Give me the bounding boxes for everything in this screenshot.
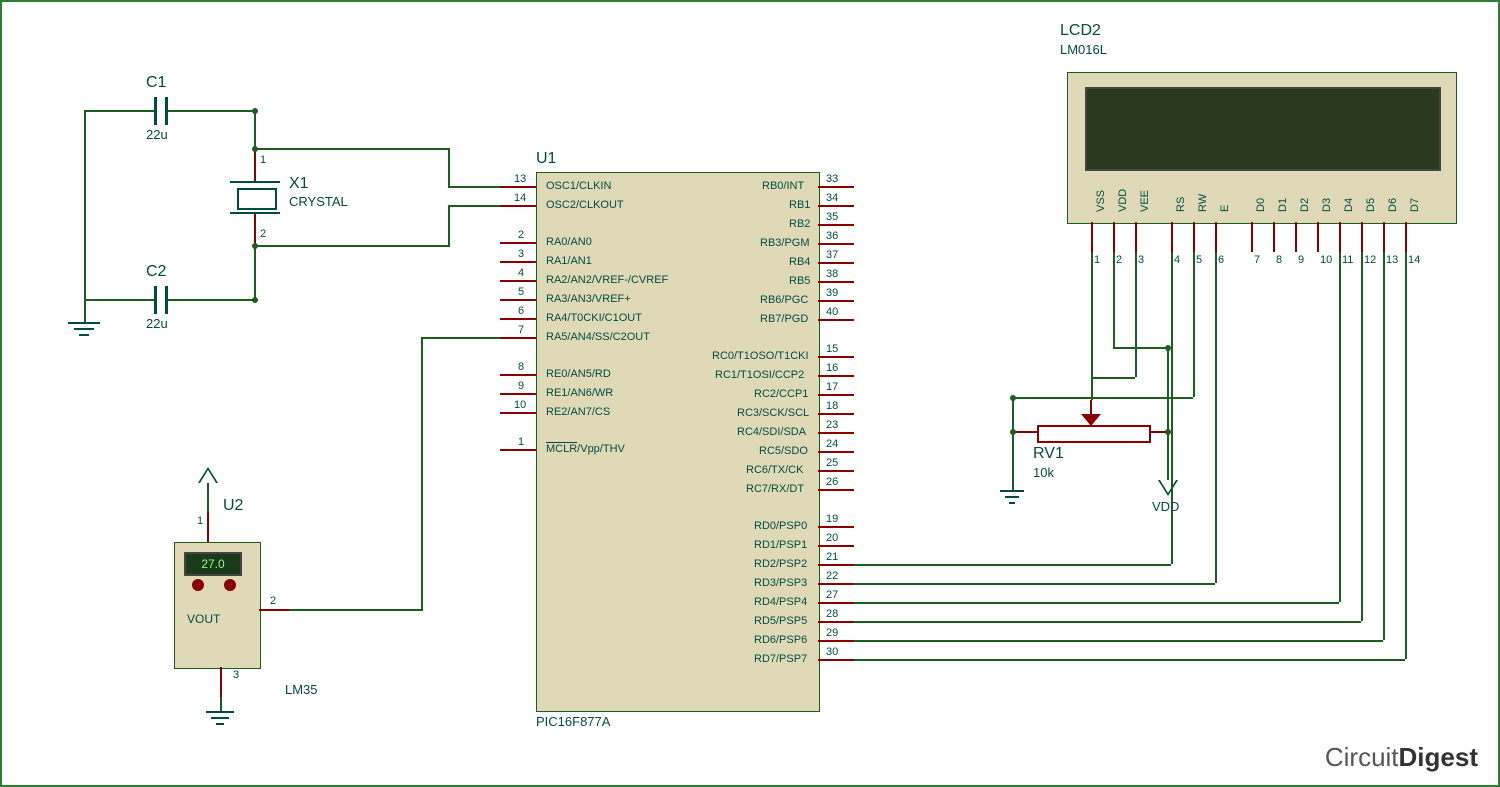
lcd-pin-label-d0: D0 [1255, 198, 1267, 212]
lcd-pin-lead [1383, 222, 1385, 252]
pin-num-2: 2 [518, 229, 524, 241]
lcd-pin-lead [1251, 222, 1253, 252]
pot-wiper-icon [1081, 414, 1101, 426]
lcd-pin-lead [1193, 222, 1195, 252]
lcd-pin-num: 7 [1254, 254, 1260, 266]
lcd-pin-label-vss: VSS [1095, 190, 1107, 212]
lcd-pin-lead [1339, 222, 1341, 252]
lcd-pin-label-rs: RS [1175, 197, 1187, 212]
lm35-button-down[interactable] [192, 579, 204, 591]
lcd-pin-num: 10 [1320, 254, 1332, 266]
lcd-pin-num: 12 [1364, 254, 1376, 266]
lcd-pin-lead [1317, 222, 1319, 252]
lcd-pin-num: 3 [1138, 254, 1144, 266]
lcd-pin-label-d5: D5 [1365, 198, 1377, 212]
x1-ref: X1 [289, 175, 309, 193]
ground-icon-2 [1000, 490, 1024, 492]
lcd-pin-label-d7: D7 [1409, 198, 1421, 212]
ground-icon [68, 322, 100, 324]
mcu-body [536, 172, 820, 712]
lcd-pin-num: 8 [1276, 254, 1282, 266]
lcd-pin-num: 1 [1094, 254, 1100, 266]
pin-num-13: 13 [514, 173, 526, 185]
c1-val: 22u [146, 127, 168, 142]
lcd-pin-label-d6: D6 [1387, 198, 1399, 212]
pin-label-1: MCLR/Vpp/THV [546, 443, 625, 455]
c1-plate1 [154, 97, 157, 125]
lcd-pin-lead [1295, 222, 1297, 252]
lcd-pin-num: 13 [1386, 254, 1398, 266]
lcd-pin-lead [1135, 222, 1137, 252]
lcd-pin-lead [1215, 222, 1217, 252]
lcd-pin-num: 6 [1218, 254, 1224, 266]
pin-lead-2 [500, 242, 536, 244]
lcd-pin-label-vee: VEE [1139, 190, 1151, 212]
lcd-pin-label-vdd: VDD [1117, 189, 1129, 212]
lcd-pin-num: 11 [1342, 254, 1353, 266]
pin-label-14: OSC2/CLKOUT [546, 199, 624, 211]
lcd-pin-lead [1171, 222, 1173, 252]
lcd-pin-num: 2 [1116, 254, 1122, 266]
rv1-ref: RV1 [1033, 445, 1064, 463]
lcd-part: LM016L [1060, 42, 1107, 57]
schematic-canvas: U1 PIC16F877A 13 OSC1/CLKIN 14 OSC2/CLKO… [0, 0, 1500, 787]
lm35-vout-label: VOUT [187, 612, 220, 626]
lcd-pin-lead [1361, 222, 1363, 252]
lcd-pin-num: 4 [1174, 254, 1180, 266]
vdd-label: VDD [1152, 499, 1179, 514]
lcd-ref: LCD2 [1060, 22, 1101, 40]
lcd-pin-lead [1113, 222, 1115, 252]
crystal-symbol [237, 188, 277, 210]
lcd-pin-label-d3: D3 [1321, 198, 1333, 212]
lm35-part: LM35 [285, 682, 318, 697]
x1-part: CRYSTAL [289, 194, 348, 209]
lcd-pin-label-d2: D2 [1299, 198, 1311, 212]
pin-lead-14 [500, 205, 536, 207]
lcd-pin-label-rw: RW [1197, 194, 1209, 212]
lcd-pin-num: 9 [1298, 254, 1304, 266]
rv1-val: 10k [1033, 465, 1054, 480]
c1-ref: C1 [146, 74, 166, 92]
pin-lead-13 [500, 186, 536, 188]
mcu-ref: U1 [536, 150, 556, 168]
watermark: CircuitDigest [1325, 742, 1478, 773]
lcd-pin-label-e: E [1219, 205, 1231, 212]
c2-val: 22u [146, 316, 168, 331]
mcu-part: PIC16F877A [536, 714, 610, 729]
lcd-pin-lead [1273, 222, 1275, 252]
lcd-screen [1085, 87, 1441, 171]
c2-plate1 [154, 286, 157, 314]
pin-num-14: 14 [514, 192, 526, 204]
lcd-pin-label-d1: D1 [1277, 198, 1289, 212]
pot-symbol [1037, 425, 1151, 443]
lcd-pin-lead [1405, 222, 1407, 252]
pin-label-13: OSC1/CLKIN [546, 180, 611, 192]
lcd-pin-lead [1091, 222, 1093, 252]
lcd-pin-label-d4: D4 [1343, 198, 1355, 212]
pin-label-2: RA0/AN0 [546, 236, 592, 248]
lm35-ref: U2 [223, 497, 243, 515]
c2-ref: C2 [146, 263, 166, 281]
lm35-button-up[interactable] [224, 579, 236, 591]
lcd-pin-num: 5 [1196, 254, 1202, 266]
lm35-display: 27.0 [184, 552, 242, 576]
lcd-pin-num: 14 [1408, 254, 1420, 266]
